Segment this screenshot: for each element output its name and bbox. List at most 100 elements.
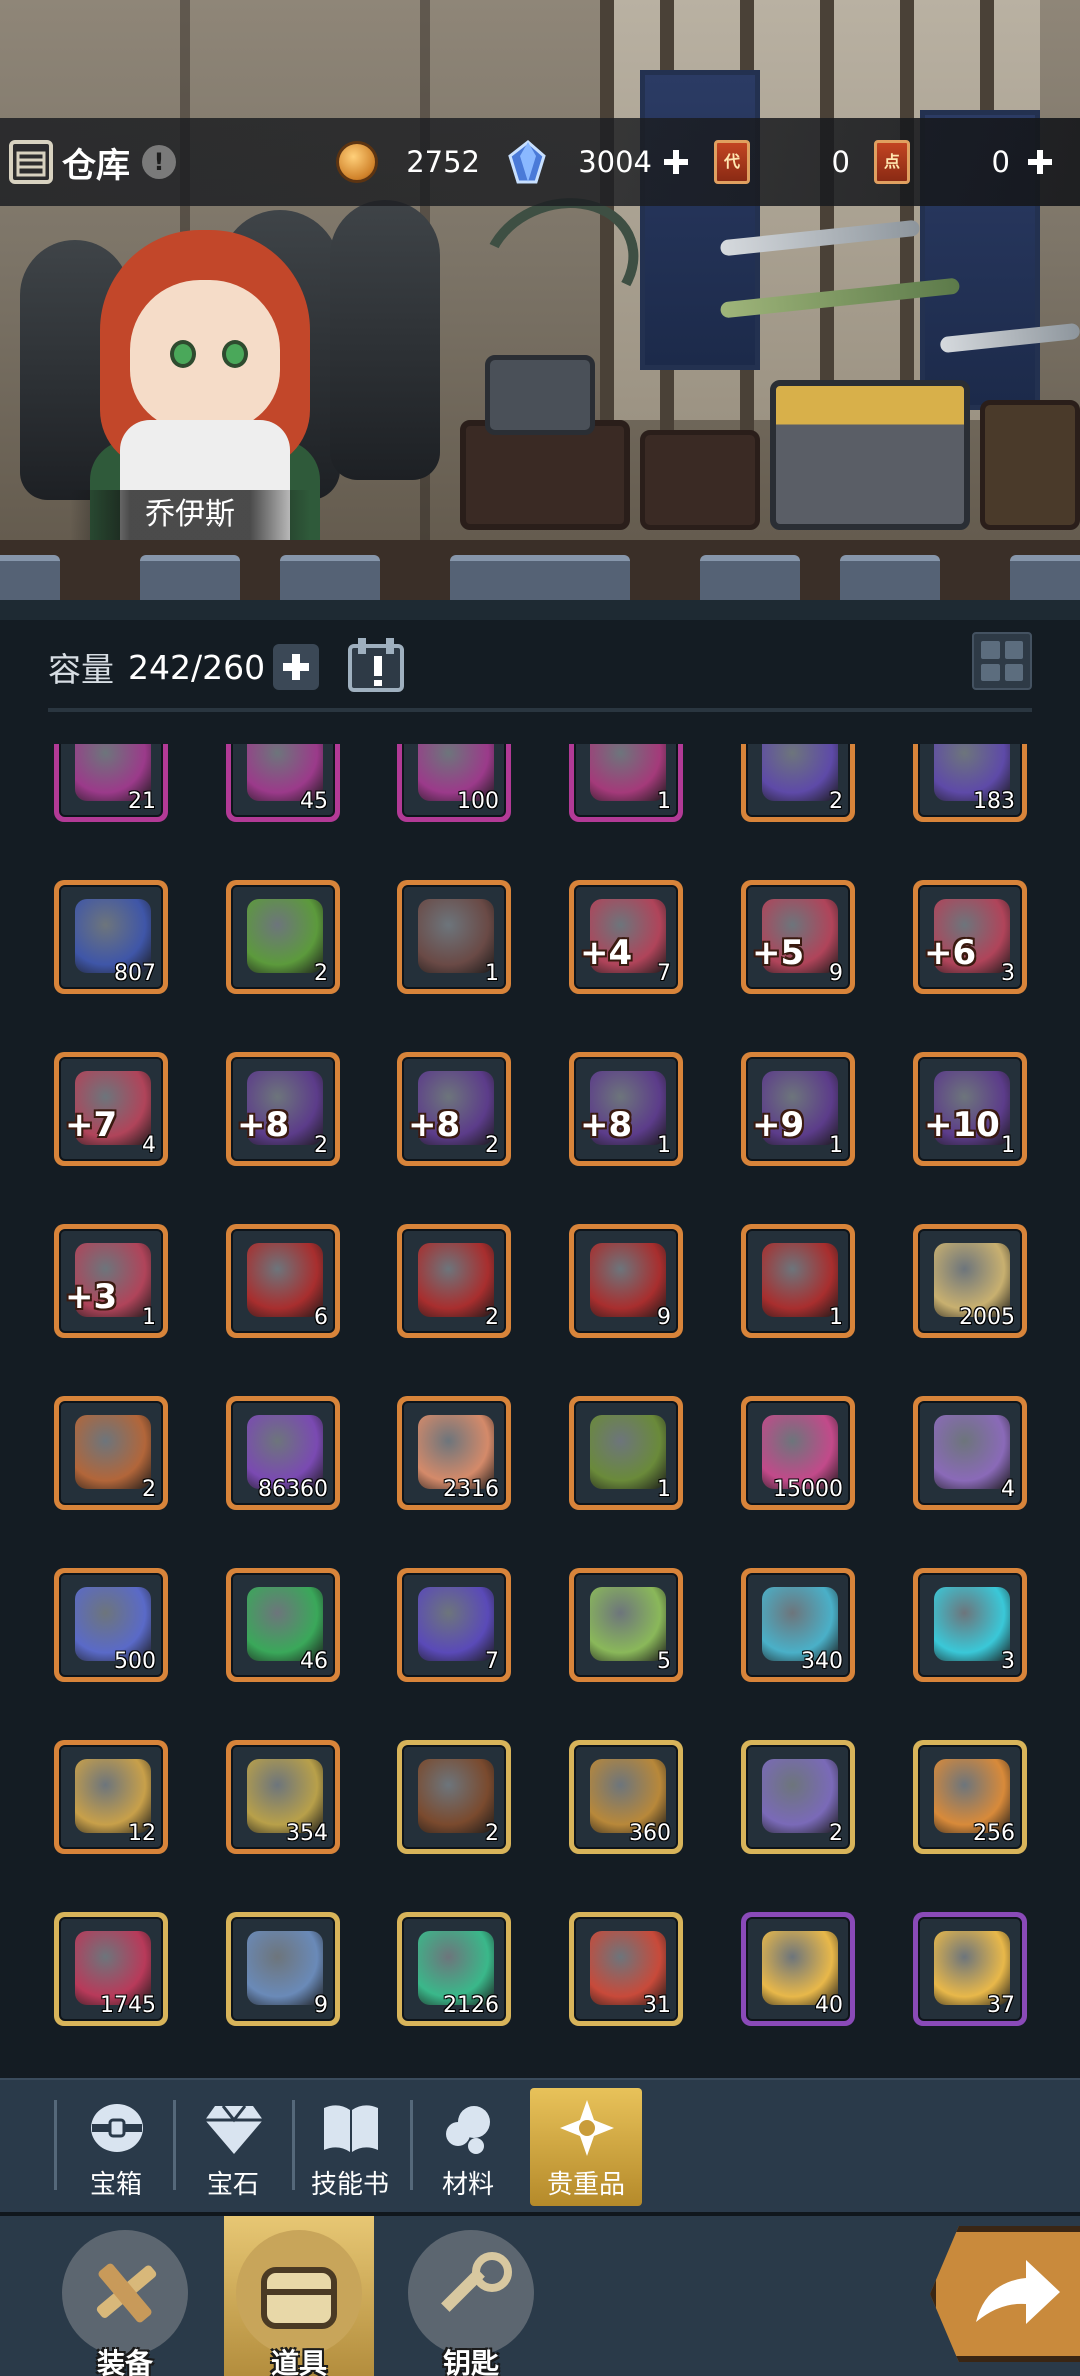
expand-capacity-button[interactable] bbox=[273, 644, 320, 690]
key-icon bbox=[408, 2230, 534, 2356]
item-quantity: 9 bbox=[314, 1993, 328, 2018]
item-quantity: 45 bbox=[300, 789, 328, 814]
help-icon[interactable]: ! bbox=[142, 145, 176, 179]
inventory-item[interactable]: 46 bbox=[226, 1568, 340, 1682]
inventory-item[interactable]: 6 bbox=[226, 1224, 340, 1338]
item-quantity: 40 bbox=[815, 1993, 843, 2018]
category-tabs: 宝箱 宝石 技能书 材料 贵重品 bbox=[0, 2078, 1080, 2212]
item-quantity: 12 bbox=[128, 1821, 156, 1846]
inventory-item[interactable]: 2005 bbox=[913, 1224, 1027, 1338]
inventory-item[interactable]: 37 bbox=[913, 1912, 1027, 2026]
inventory-item[interactable]: +8 2 bbox=[397, 1052, 511, 1166]
tab-label: 宝石 bbox=[206, 2170, 259, 2200]
inventory-item[interactable]: +4 7 bbox=[569, 880, 683, 994]
inventory-item[interactable]: 2 bbox=[54, 1396, 168, 1510]
enhance-level: +3 bbox=[65, 1277, 118, 1317]
item-slot: 2 bbox=[746, 744, 850, 817]
inventory-item[interactable]: +10 1 bbox=[913, 1052, 1027, 1166]
item-quantity: 1 bbox=[657, 789, 671, 814]
warehouse-icon bbox=[8, 139, 54, 185]
inventory-item[interactable]: +8 1 bbox=[569, 1052, 683, 1166]
inventory-item[interactable]: 3 bbox=[913, 1568, 1027, 1682]
nav-keys[interactable]: 钥匙 bbox=[396, 2216, 546, 2376]
inventory-item[interactable]: +9 1 bbox=[741, 1052, 855, 1166]
inventory-item[interactable]: +6 3 bbox=[913, 880, 1027, 994]
add-ticket-button[interactable] bbox=[1024, 146, 1056, 178]
inventory-item[interactable]: 7 bbox=[397, 1568, 511, 1682]
inventory-item[interactable]: 183 bbox=[913, 744, 1027, 822]
inventory-item[interactable]: 2 bbox=[741, 1740, 855, 1854]
grid-view-toggle[interactable] bbox=[972, 632, 1032, 690]
item-quantity: 1 bbox=[829, 1133, 843, 1158]
inventory-item[interactable]: 31 bbox=[569, 1912, 683, 2026]
item-slot: 45 bbox=[231, 744, 335, 817]
item-quantity: 9 bbox=[657, 1305, 671, 1330]
character-name[interactable]: 乔伊斯 bbox=[70, 490, 310, 540]
inventory-item[interactable]: 4 bbox=[913, 1396, 1027, 1510]
inventory-item[interactable]: 1 bbox=[569, 1396, 683, 1510]
item-slot: 2 bbox=[402, 1229, 506, 1333]
skill-scroll-icon bbox=[590, 1587, 666, 1661]
currency-ticket-a: 代 0 bbox=[714, 138, 854, 186]
currency-gold: 2752 bbox=[336, 138, 486, 186]
bottom-nav: 装备 道具 钥匙 bbox=[0, 2212, 1080, 2376]
item-quantity: 183 bbox=[973, 789, 1015, 814]
inventory-item[interactable]: 807 bbox=[54, 880, 168, 994]
inventory-item[interactable]: +8 2 bbox=[226, 1052, 340, 1166]
inventory-item[interactable]: 500 bbox=[54, 1568, 168, 1682]
item-quantity: 2 bbox=[485, 1133, 499, 1158]
nav-label: 钥匙 bbox=[442, 2347, 499, 2376]
tab-chest[interactable]: 宝箱 bbox=[60, 2088, 172, 2206]
inventory-item[interactable]: 354 bbox=[226, 1740, 340, 1854]
add-crystal-button[interactable] bbox=[660, 146, 692, 178]
inventory-item[interactable]: 360 bbox=[569, 1740, 683, 1854]
inventory-item[interactable]: 9 bbox=[569, 1224, 683, 1338]
inventory-item[interactable]: 5 bbox=[569, 1568, 683, 1682]
red-ticket-icon: 代 bbox=[714, 140, 750, 184]
inventory-item[interactable]: 21 bbox=[54, 744, 168, 822]
chest-decoration bbox=[640, 430, 760, 530]
item-slot: 2126 bbox=[402, 1917, 506, 2021]
forward-arrow-button[interactable] bbox=[930, 2226, 1080, 2362]
inventory-item[interactable]: 2126 bbox=[397, 1912, 511, 2026]
chocolate-icon bbox=[418, 1759, 494, 1833]
red-scroll-icon bbox=[247, 1243, 323, 1317]
inventory-item[interactable]: 256 bbox=[913, 1740, 1027, 1854]
inventory-item[interactable]: 2 bbox=[397, 1740, 511, 1854]
inventory-item[interactable]: 45 bbox=[226, 744, 340, 822]
inventory-item[interactable]: 2 bbox=[226, 880, 340, 994]
inventory-item[interactable]: 1 bbox=[569, 744, 683, 822]
inventory-item[interactable]: 2 bbox=[397, 1224, 511, 1338]
inventory-item[interactable]: 100 bbox=[397, 744, 511, 822]
gear-scroll-icon bbox=[590, 744, 666, 801]
inventory-item[interactable]: 2 bbox=[741, 744, 855, 822]
sort-button[interactable] bbox=[344, 634, 412, 698]
inventory-item[interactable]: 12 bbox=[54, 1740, 168, 1854]
item-slot: 4 bbox=[918, 1401, 1022, 1505]
inventory-item[interactable]: 9 bbox=[226, 1912, 340, 2026]
nav-equipment[interactable]: 装备 bbox=[50, 2216, 200, 2376]
inventory-item[interactable]: +3 1 bbox=[54, 1224, 168, 1338]
nav-items[interactable]: 道具 bbox=[224, 2216, 374, 2376]
chest-decoration bbox=[485, 355, 595, 435]
chest-icon bbox=[86, 2098, 148, 2158]
purple-amulet-icon bbox=[418, 1587, 494, 1661]
material-icon bbox=[438, 2098, 500, 2158]
inventory-item[interactable]: 2316 bbox=[397, 1396, 511, 1510]
inventory-item[interactable]: 1 bbox=[397, 880, 511, 994]
inventory-item[interactable]: 15000 bbox=[741, 1396, 855, 1510]
inventory-item[interactable]: 1 bbox=[741, 1224, 855, 1338]
inventory-item[interactable]: 1745 bbox=[54, 1912, 168, 2026]
inventory-item[interactable]: 340 bbox=[741, 1568, 855, 1682]
item-quantity: 2 bbox=[485, 1821, 499, 1846]
inventory-item[interactable]: 40 bbox=[741, 1912, 855, 2026]
inventory-item[interactable]: 86360 bbox=[226, 1396, 340, 1510]
tab-gem[interactable]: 宝石 bbox=[177, 2088, 289, 2206]
inventory-item[interactable]: +7 4 bbox=[54, 1052, 168, 1166]
tab-valuables[interactable]: 贵重品 bbox=[530, 2088, 642, 2206]
tab-material[interactable]: 材料 bbox=[412, 2088, 524, 2206]
ice-cube-icon bbox=[247, 1931, 323, 2005]
inventory-item[interactable]: +5 9 bbox=[741, 880, 855, 994]
tab-skillbook[interactable]: 技能书 bbox=[294, 2088, 406, 2206]
item-slot: 100 bbox=[402, 744, 506, 817]
